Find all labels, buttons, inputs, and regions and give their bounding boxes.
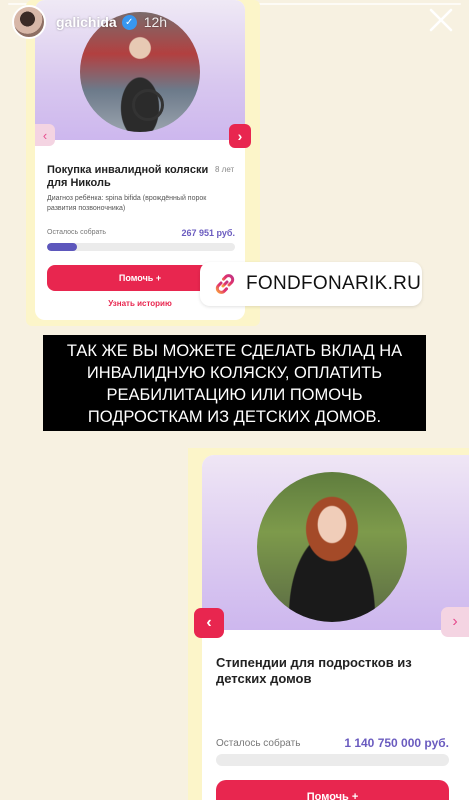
next-arrow-button[interactable]: › [229, 124, 251, 148]
card-hero [202, 455, 469, 630]
link-sticker[interactable]: FONDFONARIK.RU [200, 262, 422, 306]
caption-line: ТАК ЖЕ ВЫ МОЖЕТЕ СДЕЛАТЬ ВКЛАД НА [66, 342, 403, 360]
username[interactable]: galichida [56, 14, 117, 30]
post-time: 12h [143, 14, 168, 30]
caption-line: ПОДРОСТКАМ ИЗ ДЕТСКИХ ДОМОВ. [87, 408, 382, 426]
remaining-amount: 1 140 750 000 руб. [344, 736, 449, 750]
help-button[interactable]: Помочь + [216, 780, 449, 800]
link-icon [215, 274, 235, 294]
verified-badge-icon: ✓ [121, 14, 137, 30]
fundraising-progress-bar [47, 243, 235, 251]
wheelchair-wheel [132, 89, 164, 121]
caption-block: ТАК ЖЕ ВЫ МОЖЕТЕ СДЕЛАТЬ ВКЛАД НА ИНВАЛИ… [43, 335, 426, 431]
remaining-label: Осталось собрать [216, 738, 301, 749]
prev-arrow-button[interactable]: ‹ [194, 608, 224, 638]
fundraising-progress-bar [216, 754, 449, 766]
card-title: Стипендии для подростков из детских домо… [216, 655, 412, 686]
progress-fill [47, 243, 78, 251]
child-age: 8 лет [215, 165, 235, 174]
teen-photo [257, 472, 407, 622]
close-icon[interactable] [425, 4, 457, 36]
caption-line: РЕАБИЛИТАЦИЮ ИЛИ ПОМОЧЬ [106, 386, 363, 404]
prev-arrow-button[interactable]: ‹ [35, 124, 55, 146]
fundraiser-card-scholarships: Стипендии для подростков из детских домо… [202, 455, 469, 800]
remaining-label: Осталось собрать [47, 229, 107, 236]
link-url-text[interactable]: FONDFONARIK.RU [246, 273, 421, 295]
diagnosis-text: Диагноз ребёнка: spina bifida (врождённы… [47, 195, 207, 212]
story-header: galichida ✓ 12h [12, 4, 167, 40]
remaining-amount: 267 951 руб. [181, 228, 235, 238]
caption-line: ИНВАЛИДНУЮ КОЛЯСКУ, ОПЛАТИТЬ [86, 364, 383, 382]
next-arrow-button[interactable]: › [441, 607, 469, 637]
card-title: Покупка инвалидной коляски для Николь [47, 164, 209, 189]
avatar[interactable] [12, 5, 46, 39]
